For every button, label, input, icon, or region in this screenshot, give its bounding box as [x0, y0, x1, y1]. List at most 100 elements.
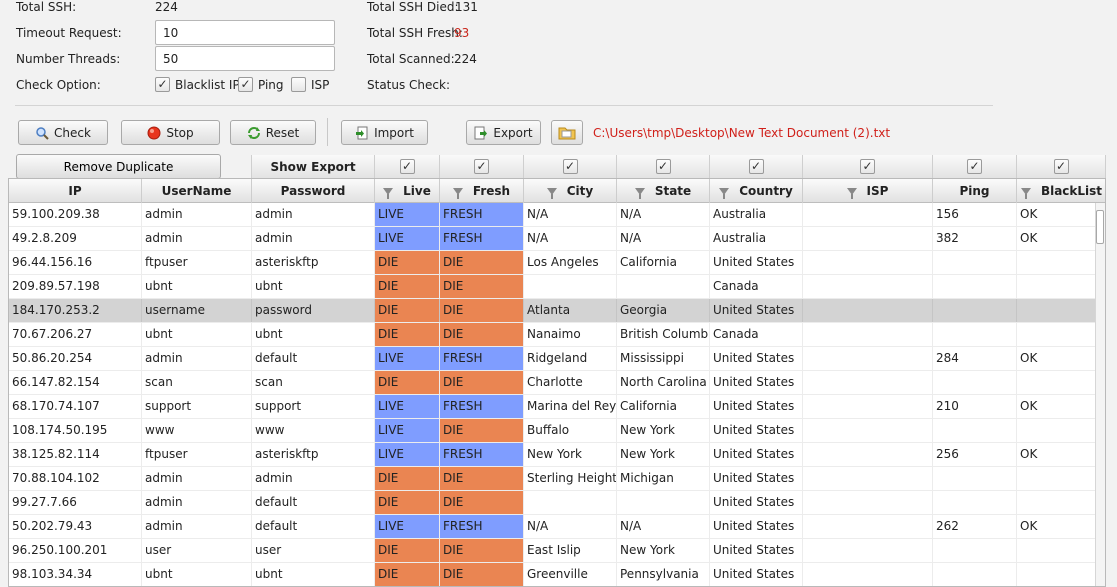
option-ping[interactable]: ✓ Ping — [238, 77, 284, 92]
export-bar: Show Export ✓ ✓ ✓ ✓ ✓ ✓ ✓ ✓ — [8, 155, 1106, 178]
cell-live: LIVE — [375, 227, 440, 250]
table-row[interactable]: 49.2.8.209 admin admin LIVE FRESH N/A N/A Austr… — [9, 227, 1105, 251]
cell-ip: 49.2.8.209 — [9, 227, 142, 250]
reset-button[interactable]: Reset — [230, 120, 316, 145]
export-checkbox-ping[interactable]: ✓ — [967, 159, 982, 174]
option-blacklist[interactable]: ✓ Blacklist IP — [155, 77, 240, 92]
table-row[interactable]: 70.67.206.27 ubnt ubnt DIE DIE Nanaimo British… — [9, 323, 1105, 347]
filter-icon[interactable] — [719, 187, 730, 199]
table-row[interactable]: 184.170.253.2 username password DIE DIE Atlan… — [9, 299, 1105, 323]
table-row[interactable]: 50.86.20.254 admin default LIVE FRESH Ridgela… — [9, 347, 1105, 371]
filter-icon[interactable] — [546, 187, 557, 199]
table-row[interactable]: 68.170.74.107 support support LIVE FRESH Mari… — [9, 395, 1105, 419]
cell-blacklist — [1017, 371, 1105, 394]
table-row[interactable]: 66.147.82.154 scan scan DIE DIE Charlotte Nort… — [9, 371, 1105, 395]
col-blacklist[interactable]: BlackList — [1017, 179, 1105, 203]
cell-fresh: FRESH — [440, 515, 524, 538]
export-checkbox-isp[interactable]: ✓ — [860, 159, 875, 174]
threads-input[interactable] — [155, 46, 335, 71]
cell-pass: default — [252, 491, 375, 514]
table-row[interactable]: 209.89.57.198 ubnt ubnt DIE DIE Canada — [9, 275, 1105, 299]
cell-live: LIVE — [375, 419, 440, 442]
export-cell-blacklist: ✓ — [1016, 155, 1106, 178]
ping-checkbox[interactable]: ✓ — [238, 77, 253, 92]
table-row[interactable]: 96.250.100.201 user user DIE DIE East Islip Ne… — [9, 539, 1105, 563]
filter-icon[interactable] — [846, 187, 857, 199]
col-username[interactable]: UserName — [142, 179, 252, 203]
col-password[interactable]: Password — [252, 179, 375, 203]
cell-ping: 262 — [933, 515, 1017, 538]
isp-checkbox[interactable] — [291, 77, 306, 92]
col-ip[interactable]: IP — [9, 179, 142, 203]
cell-ip: 96.250.100.201 — [9, 539, 142, 562]
blacklist-checkbox[interactable]: ✓ — [155, 77, 170, 92]
cell-state — [617, 275, 710, 298]
stop-button[interactable]: Stop — [121, 120, 220, 145]
cell-blacklist — [1017, 419, 1105, 442]
timeout-input[interactable] — [155, 20, 335, 45]
cell-isp — [803, 251, 933, 274]
export-button[interactable]: Export — [466, 120, 541, 145]
cell-state: N/A — [617, 227, 710, 250]
table-row[interactable]: 99.27.7.66 admin default DIE DIE United State… — [9, 491, 1105, 515]
check-button[interactable]: Check — [18, 120, 108, 145]
col-city-label: City — [566, 184, 594, 198]
cell-country: United States — [710, 347, 803, 370]
col-live[interactable]: Live — [375, 179, 440, 203]
cell-country: Australia — [710, 203, 803, 226]
filter-icon[interactable] — [452, 187, 463, 199]
filter-icon[interactable] — [634, 187, 645, 199]
cell-country: United States — [710, 251, 803, 274]
cell-blacklist — [1017, 251, 1105, 274]
cell-ping: 284 — [933, 347, 1017, 370]
col-state[interactable]: State — [617, 179, 710, 203]
export-cell-fresh: ✓ — [439, 155, 523, 178]
export-checkbox-blacklist[interactable]: ✓ — [1053, 159, 1069, 174]
export-checkbox-live[interactable]: ✓ — [399, 159, 415, 174]
cell-city: East Islip — [524, 539, 617, 562]
table-row[interactable]: 70.88.104.102 admin admin DIE DIE Sterling He… — [9, 467, 1105, 491]
cell-state: Georgia — [617, 299, 710, 322]
cell-ip: 209.89.57.198 — [9, 275, 142, 298]
cell-live: DIE — [375, 539, 440, 562]
export-checkbox-country[interactable]: ✓ — [748, 159, 764, 174]
col-fresh[interactable]: Fresh — [440, 179, 524, 203]
cell-state: N/A — [617, 203, 710, 226]
export-checkbox-city[interactable]: ✓ — [562, 159, 578, 174]
ssh-table[interactable]: IP UserName Password Live Fresh City Sta… — [8, 178, 1106, 587]
cell-ping — [933, 419, 1017, 442]
table-row[interactable]: 38.125.82.114 ftpuser asteriskftp LIVE FRESH… — [9, 443, 1105, 467]
cell-pass: asteriskftp — [252, 443, 375, 466]
table-row[interactable]: 108.174.50.195 www www LIVE DIE Buffalo New Yo… — [9, 419, 1105, 443]
filter-icon[interactable] — [1020, 187, 1031, 199]
col-isp[interactable]: ISP — [803, 179, 933, 203]
export-checkbox-fresh[interactable]: ✓ — [474, 159, 489, 174]
cell-ip: 70.88.104.102 — [9, 467, 142, 490]
cell-city: Ridgeland — [524, 347, 617, 370]
import-button[interactable]: Import — [341, 120, 428, 145]
cell-ping — [933, 467, 1017, 490]
table-row[interactable]: 59.100.209.38 admin admin LIVE FRESH N/A N/A Au… — [9, 203, 1105, 227]
cell-ping: 382 — [933, 227, 1017, 250]
cell-country: United States — [710, 443, 803, 466]
scrollbar-thumb[interactable] — [1096, 210, 1104, 244]
cell-city: Atlanta — [524, 299, 617, 322]
table-row[interactable]: 50.202.79.43 admin default LIVE FRESH N/A N/A U… — [9, 515, 1105, 539]
col-city[interactable]: City — [524, 179, 617, 203]
col-ping[interactable]: Ping — [933, 179, 1017, 203]
filter-icon[interactable] — [383, 187, 394, 199]
table-row[interactable]: 98.103.34.34 ubnt ubnt DIE DIE Greenville Penn… — [9, 563, 1105, 586]
total-ssh-value: 224 — [155, 0, 178, 14]
col-country[interactable]: Country — [710, 179, 803, 203]
open-folder-button[interactable] — [551, 120, 583, 145]
cell-city: Los Angeles — [524, 251, 617, 274]
table-row[interactable]: 96.44.156.16 ftpuser asteriskftp DIE DIE Los … — [9, 251, 1105, 275]
cell-state: Pennsylvania — [617, 563, 710, 586]
cell-city: N/A — [524, 203, 617, 226]
col-country-label: Country — [739, 184, 793, 198]
vertical-scrollbar[interactable] — [1095, 203, 1105, 586]
export-checkbox-state[interactable]: ✓ — [655, 159, 671, 174]
cell-live: LIVE — [375, 443, 440, 466]
cell-pass: admin — [252, 227, 375, 250]
option-isp[interactable]: ISP — [291, 77, 329, 92]
